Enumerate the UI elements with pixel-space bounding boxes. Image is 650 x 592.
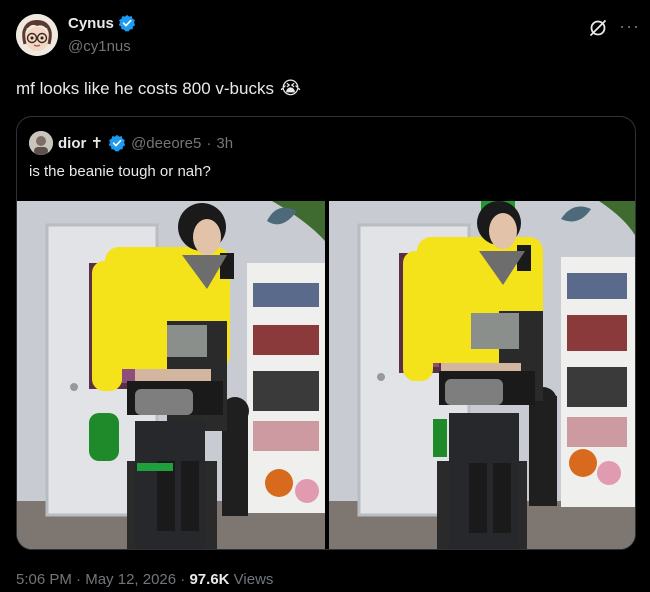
author-name-row[interactable]: Cynus — [68, 14, 136, 32]
meta-separator: · — [76, 571, 82, 588]
quoted-timestamp[interactable]: 3h — [216, 135, 233, 152]
post-date[interactable]: May 12, 2026 — [85, 571, 176, 588]
quoted-tweet-header: dior ✝ @deeore5 · 3h — [29, 131, 233, 155]
more-options-icon[interactable]: ··· — [619, 16, 640, 37]
grok-icon[interactable] — [588, 18, 608, 38]
quoted-separator: · — [206, 134, 212, 152]
quoted-photo-grid — [17, 201, 635, 549]
quoted-photo-2[interactable] — [328, 201, 635, 549]
quoted-tweet-card[interactable]: dior ✝ @deeore5 · 3h is the beanie tough… — [16, 116, 636, 550]
verified-badge-icon — [118, 14, 136, 32]
views-count[interactable]: 97.6K — [189, 571, 229, 588]
views-label: Views — [233, 571, 274, 588]
quoted-author-avatar[interactable] — [29, 131, 53, 155]
quoted-handle[interactable]: @deeore5 — [131, 135, 201, 152]
crying-face-emoji-icon: 😭 — [279, 78, 301, 98]
author-avatar[interactable] — [16, 14, 58, 56]
quoted-photo-1[interactable] — [17, 201, 326, 549]
quoted-verified-badge-icon — [108, 134, 126, 152]
author-display-name[interactable]: Cynus — [68, 15, 114, 32]
quoted-display-name[interactable]: dior ✝ — [58, 134, 103, 152]
quoted-text: is the beanie tough or nah? — [29, 163, 211, 180]
meta-separator: · — [180, 571, 186, 588]
author-handle[interactable]: @cy1nus — [68, 38, 131, 55]
tweet-metadata: 5:06 PM · May 12, 2026 · 97.6K Views — [16, 571, 273, 588]
post-time[interactable]: 5:06 PM — [16, 571, 72, 588]
tweet-body: mf looks like he costs 800 v-bucks — [16, 78, 274, 98]
tweet-text: mf looks like he costs 800 v-bucks 😭 — [16, 78, 301, 99]
